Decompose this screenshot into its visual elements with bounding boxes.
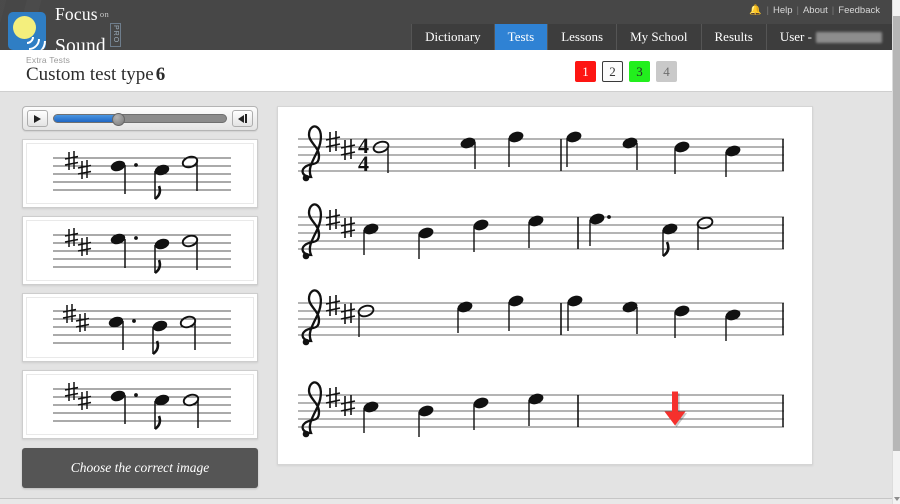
play-icon	[34, 114, 41, 123]
staff-notation-system-4	[298, 381, 784, 438]
answer-option-2[interactable]	[22, 216, 258, 285]
nav-item-dictionary[interactable]: Dictionary	[411, 24, 494, 50]
nav-item-my-school[interactable]: My School	[616, 24, 701, 50]
feedback-link[interactable]: Feedback	[834, 5, 884, 16]
answer-option-3[interactable]	[22, 293, 258, 362]
staff-notation-system-1: 4 4	[298, 125, 784, 182]
nav-item-lessons[interactable]: Lessons	[547, 24, 617, 50]
about-link[interactable]: About	[799, 5, 832, 16]
restart-button[interactable]	[232, 110, 253, 127]
score-system-4	[278, 359, 812, 443]
option-notation-3	[26, 297, 254, 358]
staff-notation-option-3	[53, 304, 231, 356]
choose-correct-image-button[interactable]: Choose the correct image	[22, 448, 258, 488]
staff-notation-system-2	[298, 203, 784, 260]
top-header-bar: Focus on SoundPRO 🔔 | Help | About | Feed…	[0, 0, 892, 50]
bell-icon[interactable]: 🔔	[749, 5, 761, 16]
logo-word-on: on	[99, 9, 110, 19]
question-block-2[interactable]: 2	[602, 61, 623, 82]
red-down-arrow-icon	[664, 391, 688, 428]
bottom-strip	[0, 498, 892, 504]
page-subheader: Extra Tests Custom test type6 1 2 3 4 En…	[0, 50, 892, 140]
staff-notation-option-2	[53, 228, 231, 275]
scrollbar-thumb[interactable]	[893, 16, 900, 451]
content-area: Choose the correct image 4 4	[0, 92, 892, 504]
option-notation-2	[26, 220, 254, 281]
app-logo[interactable]: Focus on SoundPRO	[8, 4, 121, 50]
logo-sun-wave-icon	[8, 12, 46, 50]
audio-player	[22, 106, 258, 131]
page-title-number: 6	[155, 64, 166, 85]
question-progress-blocks: 1 2 3 4	[575, 61, 677, 82]
question-block-3[interactable]: 3	[629, 61, 650, 82]
answer-option-1[interactable]	[22, 139, 258, 208]
utility-links: 🔔 | Help | About | Feedback	[749, 5, 884, 16]
audio-seek-slider[interactable]	[53, 112, 227, 126]
page-title-text: Custom test type	[26, 64, 154, 85]
nav-item-tests[interactable]: Tests	[493, 24, 548, 50]
staff-notation-option-4	[53, 382, 231, 431]
staff-notation-system-3	[298, 289, 784, 346]
audio-progress-fill	[54, 115, 118, 122]
score-system-1: 4 4	[278, 107, 812, 191]
score-system-3	[278, 275, 812, 359]
vertical-scrollbar[interactable]	[892, 0, 900, 504]
answer-option-4[interactable]	[22, 370, 258, 439]
logo-word-sound: Sound	[55, 36, 106, 50]
staff-notation-option-1	[53, 151, 231, 201]
page-title: Custom test type 6	[26, 64, 165, 86]
play-button[interactable]	[27, 110, 48, 127]
user-name: Simon Powell	[815, 31, 882, 43]
audio-seek-handle[interactable]	[112, 112, 126, 126]
nav-item-results[interactable]: Results	[700, 24, 766, 50]
answer-slot-arrow	[662, 390, 688, 428]
logo-pro-badge: PRO	[109, 23, 121, 48]
option-notation-4	[26, 374, 254, 435]
main-navigation: Dictionary Tests Lessons My School Resul…	[411, 24, 892, 50]
help-link[interactable]: Help	[769, 5, 797, 16]
svg-text:4: 4	[358, 151, 369, 176]
option-notation-1	[26, 143, 254, 204]
chevron-down-icon[interactable]	[894, 497, 900, 501]
score-panel: 4 4	[277, 106, 813, 465]
question-block-4[interactable]: 4	[656, 61, 677, 82]
answer-options-column: Choose the correct image	[22, 106, 258, 488]
nav-item-user[interactable]: User - Simon Powell	[765, 24, 892, 50]
score-system-2	[278, 191, 812, 275]
user-label: User -	[779, 29, 812, 44]
question-block-1[interactable]: 1	[575, 61, 596, 82]
skip-to-start-icon	[238, 114, 244, 123]
logo-word-focus: Focus	[55, 4, 98, 24]
